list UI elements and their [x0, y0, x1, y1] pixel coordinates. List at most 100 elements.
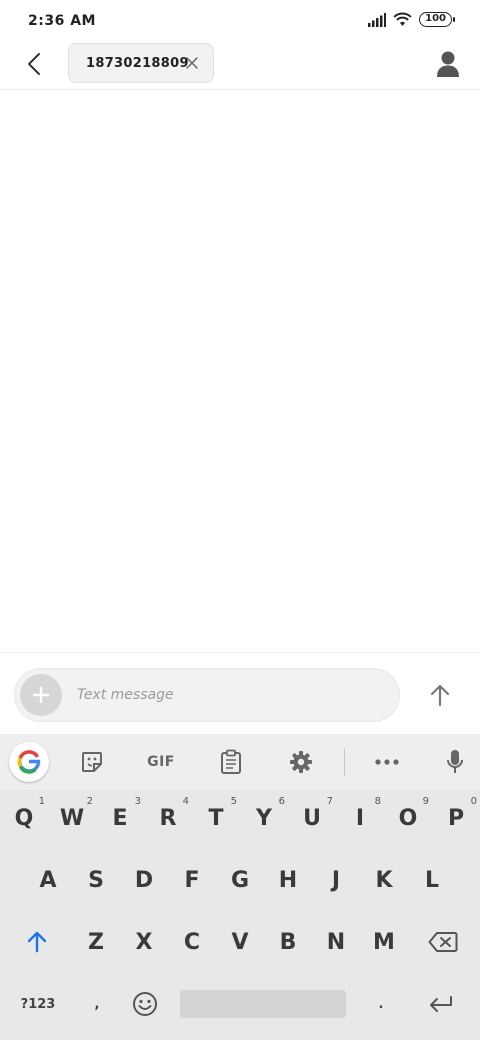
recipient-number: 18730218809	[86, 55, 189, 71]
clipboard-icon	[221, 749, 241, 774]
key-e[interactable]: E3	[96, 790, 144, 846]
message-input[interactable]	[77, 677, 387, 713]
key-l[interactable]: L	[408, 852, 456, 908]
key-w[interactable]: W2	[48, 790, 96, 846]
key-c[interactable]: C	[168, 914, 216, 970]
conversation-header: 18730218809	[0, 42, 480, 90]
key-p[interactable]: P0	[432, 790, 480, 846]
key-u[interactable]: U7	[288, 790, 336, 846]
key-m[interactable]: M	[360, 914, 408, 970]
shift-arrow-icon	[27, 931, 47, 953]
key-n[interactable]: N	[312, 914, 360, 970]
key-hint: 3	[134, 796, 141, 807]
period-key[interactable]: .	[358, 976, 404, 1032]
message-list[interactable]	[0, 91, 480, 652]
symbols-key[interactable]: ?123	[8, 976, 68, 1032]
key-g[interactable]: G	[216, 852, 264, 908]
person-icon	[437, 51, 459, 77]
enter-key[interactable]	[412, 976, 470, 1032]
key-label: V	[231, 929, 249, 955]
key-label: X	[135, 929, 153, 955]
key-a[interactable]: A	[24, 852, 72, 908]
key-q[interactable]: Q1	[0, 790, 48, 846]
key-label: Z	[88, 929, 104, 955]
status-bar: 2:36 AM 100	[0, 0, 480, 42]
key-label: C	[183, 929, 201, 955]
period-label: .	[378, 996, 384, 1012]
more-options-button[interactable]	[368, 744, 406, 780]
wifi-icon	[393, 12, 412, 26]
key-o[interactable]: O9	[384, 790, 432, 846]
key-v[interactable]: V	[216, 914, 264, 970]
key-k[interactable]: K	[360, 852, 408, 908]
smiley-icon	[133, 992, 157, 1016]
add-attachment-button[interactable]	[20, 674, 62, 716]
keyboard-toolbar: GIF	[0, 734, 480, 790]
key-hint: 0	[470, 796, 477, 807]
key-d[interactable]: D	[120, 852, 168, 908]
back-button[interactable]	[20, 50, 48, 78]
key-label: J	[331, 867, 341, 893]
sticker-icon	[82, 752, 102, 772]
key-label: P	[447, 805, 465, 831]
key-label: A	[39, 867, 57, 893]
key-label: Q	[14, 805, 34, 831]
space-key[interactable]	[180, 990, 346, 1018]
key-label: O	[398, 805, 418, 831]
key-label: T	[208, 805, 224, 831]
key-hint: 9	[422, 796, 429, 807]
key-label: U	[303, 805, 321, 831]
key-i[interactable]: I8	[336, 790, 384, 846]
keyboard-settings-button[interactable]	[282, 744, 320, 780]
comma-key[interactable]: ,	[74, 976, 120, 1032]
key-s[interactable]: S	[72, 852, 120, 908]
key-z[interactable]: Z	[72, 914, 120, 970]
comma-label: ,	[94, 996, 100, 1012]
key-label: K	[375, 867, 393, 893]
backspace-key[interactable]	[414, 914, 472, 970]
key-f[interactable]: F	[168, 852, 216, 908]
key-label: S	[88, 867, 104, 893]
key-row-1: Q1 W2 E3 R4 T5 Y6 U7 I8 O9 P0	[0, 790, 480, 846]
more-horizontal-icon	[375, 759, 399, 765]
backspace-icon	[428, 932, 458, 952]
key-hint: 6	[278, 796, 285, 807]
key-label: F	[184, 867, 200, 893]
key-label: G	[230, 867, 250, 893]
key-hint: 2	[86, 796, 93, 807]
sticker-button[interactable]	[73, 744, 111, 780]
arrow-up-icon	[430, 684, 450, 707]
contact-button[interactable]	[436, 50, 464, 78]
key-y[interactable]: Y6	[240, 790, 288, 846]
arrow-left-icon	[28, 53, 40, 75]
google-g-icon	[17, 750, 41, 774]
key-label: M	[373, 929, 395, 955]
send-button[interactable]	[422, 677, 458, 713]
gif-button[interactable]: GIF	[138, 744, 184, 780]
key-x[interactable]: X	[120, 914, 168, 970]
key-hint: 7	[326, 796, 333, 807]
key-h[interactable]: H	[264, 852, 312, 908]
key-label: W	[59, 805, 85, 831]
key-row-4: ?123 , .	[0, 976, 480, 1032]
key-row-3: Z X C V B N M	[0, 914, 480, 970]
google-search-button[interactable]	[9, 742, 49, 782]
key-j[interactable]: J	[312, 852, 360, 908]
key-label: L	[424, 867, 440, 893]
gif-label: GIF	[147, 754, 175, 770]
toolbar-divider	[344, 748, 345, 776]
key-label: N	[326, 929, 346, 955]
signal-icon	[368, 12, 387, 27]
close-icon[interactable]	[185, 56, 199, 70]
enter-return-icon	[430, 996, 452, 1012]
voice-input-button[interactable]	[436, 744, 474, 780]
emoji-key[interactable]	[120, 976, 170, 1032]
clipboard-button[interactable]	[212, 744, 250, 780]
key-hint: 8	[374, 796, 381, 807]
key-hint: 1	[38, 796, 45, 807]
recipient-chip[interactable]: 18730218809	[68, 43, 214, 83]
shift-key[interactable]	[8, 914, 66, 970]
key-t[interactable]: T5	[192, 790, 240, 846]
key-r[interactable]: R4	[144, 790, 192, 846]
key-b[interactable]: B	[264, 914, 312, 970]
